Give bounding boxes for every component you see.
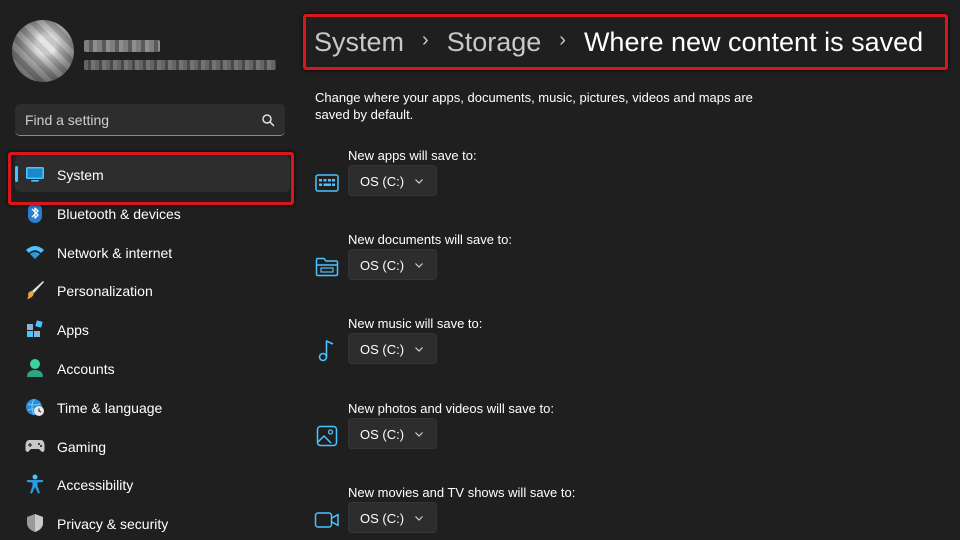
save-location-label: New documents will save to: [348, 232, 513, 247]
dropdown-value: OS (C:) [360, 258, 405, 273]
sidebar-item-label: Bluetooth & devices [57, 205, 181, 222]
page-title: Where new content is saved [583, 26, 924, 57]
chevron-down-icon [415, 516, 423, 521]
apps-location-dropdown[interactable]: OS (C:) [348, 165, 437, 196]
breadcrumb-storage[interactable]: Storage [447, 27, 542, 58]
search-box[interactable]: Find a setting [15, 104, 285, 136]
bluetooth-icon [25, 202, 45, 223]
sidebar-item-accounts[interactable]: Accounts [15, 350, 290, 386]
dropdown-value: OS (C:) [360, 427, 405, 442]
save-location-photos-videos: New photos and videos will save to: OS (… [312, 401, 612, 471]
chevron-down-icon [415, 179, 423, 184]
sidebar-item-privacy-security[interactable]: Privacy & security [15, 505, 290, 540]
avatar[interactable] [12, 20, 74, 82]
apps-grid-icon [25, 319, 45, 339]
sidebar-item-gaming[interactable]: Gaming [15, 428, 290, 464]
sidebar-nav: System Bluetooth & devices Network & int… [15, 156, 290, 540]
sidebar-item-time-language[interactable]: Time & language [15, 389, 290, 425]
accessibility-person-icon [25, 474, 45, 494]
gamepad-icon [25, 436, 45, 456]
chevron-down-icon [415, 432, 423, 437]
active-indicator [15, 166, 18, 182]
sidebar-item-personalization[interactable]: Personalization [15, 272, 290, 308]
monitor-icon [25, 164, 45, 184]
dropdown-value: OS (C:) [360, 342, 405, 357]
globe-clock-icon [25, 397, 45, 417]
photo-icon [314, 423, 340, 449]
save-location-label: New movies and TV shows will save to: [348, 485, 576, 500]
user-profile[interactable] [12, 20, 292, 88]
music-location-dropdown[interactable]: OS (C:) [348, 333, 437, 364]
sidebar-item-accessibility[interactable]: Accessibility [15, 466, 290, 502]
sidebar-item-bluetooth-devices[interactable]: Bluetooth & devices [15, 195, 290, 231]
apps-keyboard-icon [314, 170, 340, 196]
blurred-user-email [84, 60, 276, 70]
shield-icon [25, 513, 45, 533]
sidebar-item-label: Personalization [57, 283, 153, 300]
sidebar-item-label: Accessibility [57, 477, 134, 494]
video-camera-icon [314, 507, 340, 533]
sidebar-item-label: Time & language [57, 399, 163, 416]
sidebar-item-label: Privacy & security [57, 516, 169, 533]
page-description: Change where your apps, documents, music… [315, 90, 753, 122]
sidebar-item-apps[interactable]: Apps [15, 311, 290, 347]
sidebar-item-system[interactable]: System [15, 156, 290, 192]
music-note-icon [314, 338, 340, 364]
movies-location-dropdown[interactable]: OS (C:) [348, 502, 437, 533]
photos-location-dropdown[interactable]: OS (C:) [348, 418, 437, 449]
sidebar-item-label: Gaming [57, 438, 107, 455]
chevron-down-icon [415, 263, 423, 268]
save-location-label: New apps will save to: [348, 148, 477, 163]
save-location-movies-tv: New movies and TV shows will save to: OS… [312, 485, 612, 540]
save-location-documents: New documents will save to: OS (C:) [312, 232, 612, 302]
chevron-right-icon: › [422, 28, 429, 51]
search-input[interactable]: Find a setting [25, 112, 109, 128]
paintbrush-icon [25, 280, 45, 300]
dropdown-value: OS (C:) [360, 174, 405, 189]
chevron-down-icon [415, 347, 423, 352]
search-icon[interactable] [261, 113, 275, 127]
sidebar-item-label: Accounts [57, 360, 115, 377]
save-location-apps: New apps will save to: OS (C:) [312, 148, 612, 218]
person-icon [25, 358, 45, 378]
sidebar-item-label: System [57, 167, 104, 183]
blurred-user-name [84, 40, 160, 52]
sidebar-item-network-internet[interactable]: Network & internet [15, 234, 290, 270]
wifi-icon [25, 242, 45, 262]
save-location-label: New music will save to: [348, 316, 483, 331]
dropdown-value: OS (C:) [360, 511, 405, 526]
breadcrumb-system[interactable]: System [314, 27, 404, 58]
sidebar: Find a setting System Bluetooth & device… [0, 0, 300, 540]
sidebar-item-label: Network & internet [57, 244, 173, 261]
breadcrumb: System › Storage › Where new content is … [314, 24, 923, 60]
save-location-label: New photos and videos will save to: [348, 401, 554, 416]
folder-icon [314, 254, 340, 280]
sidebar-item-label: Apps [57, 322, 89, 339]
documents-location-dropdown[interactable]: OS (C:) [348, 249, 437, 280]
chevron-right-icon: › [559, 28, 566, 51]
save-location-music: New music will save to: OS (C:) [312, 316, 612, 386]
